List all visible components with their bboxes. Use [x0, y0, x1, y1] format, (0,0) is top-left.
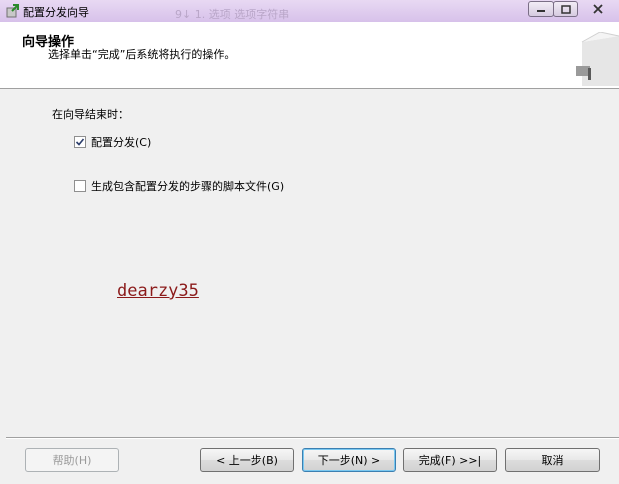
option-generate-script[interactable]: 生成包含配置分发的步骤的脚本文件(G) [74, 178, 284, 194]
configure-distribution-label: 配置分发(C) [91, 136, 152, 149]
footer-divider [6, 437, 619, 439]
title-bar: 9↓ 1. 选项 选项字符串 配置分发向导 [0, 0, 619, 22]
configure-distribution-checkbox[interactable] [74, 136, 86, 148]
wizard-header: 向导操作 选择单击“完成”后系统将执行的操作。 [0, 22, 619, 89]
maximize-button[interactable] [553, 1, 578, 17]
back-button[interactable]: < 上一步(B) [200, 448, 294, 472]
close-button[interactable] [580, 1, 616, 17]
watermark-text: dearzy35 [117, 281, 199, 301]
close-icon [593, 4, 603, 14]
maximize-icon [560, 4, 571, 14]
minimize-icon [537, 10, 545, 12]
wizard-graphic-icon [570, 31, 619, 86]
background-window-text: 9↓ 1. 选项 选项字符串 [175, 8, 290, 20]
generate-script-checkbox[interactable] [74, 180, 86, 192]
minimize-button[interactable] [528, 1, 554, 17]
page-subtitle: 选择单击“完成”后系统将执行的操作。 [48, 48, 236, 61]
help-button[interactable]: 帮助(H) [25, 448, 119, 472]
next-button[interactable]: 下一步(N) > [302, 448, 396, 472]
checkmark-icon [75, 138, 85, 146]
section-label: 在向导结束时： [52, 108, 129, 121]
finish-button[interactable]: 完成(F) >>| [403, 448, 497, 472]
window-title: 配置分发向导 [23, 6, 89, 19]
cancel-button[interactable]: 取消 [505, 448, 600, 472]
wizard-app-icon [4, 3, 20, 19]
option-configure-distribution[interactable]: 配置分发(C) [74, 134, 151, 150]
generate-script-label: 生成包含配置分发的步骤的脚本文件(G) [91, 180, 285, 193]
